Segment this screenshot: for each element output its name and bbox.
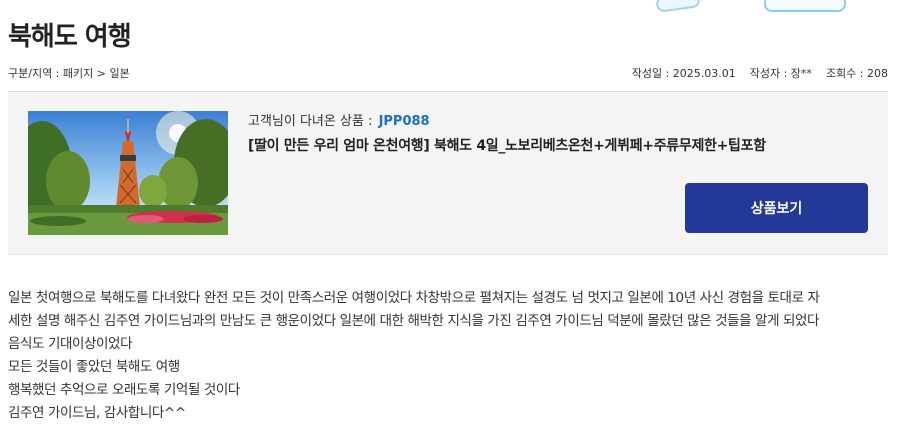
page-title: 북해도 여행 [8, 22, 132, 52]
view-count: 조회수 : 208 [825, 67, 888, 80]
post-date: 작성일 : 2025.03.01 [631, 67, 736, 80]
review-body: 일본 첫여행으로 북해도를 다녀왔다 완전 모든 것이 만족스러운 여행이었다 … [8, 287, 893, 425]
review-line: 행복했던 추억으로 오래도록 기억될 것이다 [8, 382, 240, 398]
header-decoration [764, 0, 846, 12]
product-code[interactable]: JPP088 [379, 114, 430, 129]
product-box: 고객님이 다녀온 상품 : JPP088 [딸이 만든 우리 엄마 온천여행] … [8, 91, 888, 255]
post-meta: 작성일 : 2025.03.01 작성자 : 장** 조회수 : 208 [632, 65, 888, 81]
review-line: 김주연 가이드님, 감사합니다^^ [8, 405, 186, 421]
product-thumbnail[interactable] [28, 111, 228, 235]
product-info: 고객님이 다녀온 상품 : JPP088 [248, 110, 430, 129]
review-line: 세한 설명 해주신 김주연 가이드님과의 만남도 큰 행운이었다 일본에 대한 … [8, 313, 820, 329]
review-line: 모든 것들이 좋았던 북해도 여행 [8, 359, 180, 375]
header-decoration [655, 0, 701, 13]
post-author: 작성자 : 장** [749, 67, 812, 80]
review-line: 음식도 기대이상이었다 [8, 336, 133, 352]
category-path: 구분/지역 : 패키지 > 일본 [8, 67, 130, 80]
view-product-button[interactable]: 상품보기 [685, 183, 868, 233]
product-name[interactable]: [딸이 만든 우리 엄마 온천여행] 북해도 4일_노보리베츠온천+게뷔페+주류… [248, 135, 766, 155]
review-line: 일본 첫여행으로 북해도를 다녀왔다 완전 모든 것이 만족스러운 여행이었다 … [8, 290, 820, 306]
product-label: 고객님이 다녀온 상품 : [248, 114, 373, 129]
